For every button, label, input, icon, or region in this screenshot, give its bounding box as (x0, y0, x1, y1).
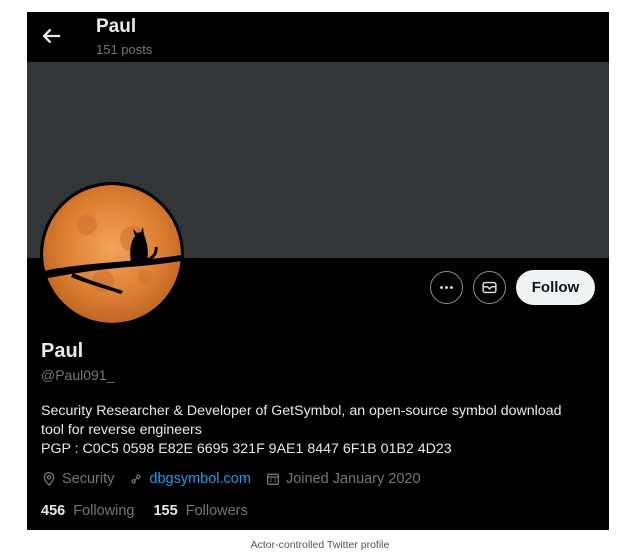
bio-line: PGP : C0C5 0598 E82E 6695 321F 9AE1 8447… (41, 441, 452, 457)
category-label: Security (62, 471, 115, 487)
more-icon (440, 286, 453, 289)
joined-date: Joined January 2020 (285, 471, 421, 487)
header-name: Paul (96, 16, 137, 37)
top-bar: Paul 151 posts (27, 12, 609, 62)
profile-meta: Security dbgsymbol.com Joined January 20… (41, 471, 435, 487)
profile-name: Paul (41, 340, 84, 362)
profile-handle: @Paul091_ (41, 367, 115, 383)
website-item: dbgsymbol.com (128, 471, 251, 487)
figure-caption: Actor-controlled Twitter profile (250, 539, 390, 551)
profile-bio: Security Researcher & Developer of GetSy… (41, 402, 601, 459)
follow-button[interactable]: Follow (516, 270, 595, 305)
message-icon (482, 281, 497, 294)
profile-frame: Paul 151 posts Follow Paul @Paul091_ Sec… (27, 12, 609, 530)
calendar-icon (266, 473, 279, 485)
back-arrow-icon (42, 29, 61, 43)
website-link[interactable]: dbgsymbol.com (149, 471, 251, 487)
avatar-moon-cat-image (43, 185, 181, 323)
avatar[interactable] (40, 182, 184, 326)
more-options-button[interactable] (430, 271, 463, 304)
following-link[interactable]: 456 Following (41, 503, 134, 519)
followers-label: Followers (185, 503, 248, 519)
location-icon (43, 472, 55, 486)
bio-line: Security Researcher & Developer of GetSy… (41, 403, 562, 419)
header-post-count: 151 posts (96, 42, 153, 57)
following-count: 456 (41, 503, 66, 519)
profile-stats: 456 Following 155 Followers (41, 503, 267, 519)
bio-line: tool for reverse engineers (41, 422, 202, 438)
back-button[interactable] (37, 22, 65, 50)
followers-link[interactable]: 155 Followers (153, 503, 247, 519)
joined-item: Joined January 2020 (265, 471, 421, 487)
category-item: Security (41, 471, 114, 487)
following-label: Following (73, 503, 135, 519)
message-button[interactable] (473, 271, 506, 304)
followers-count: 155 (153, 503, 178, 519)
link-icon (131, 474, 142, 484)
